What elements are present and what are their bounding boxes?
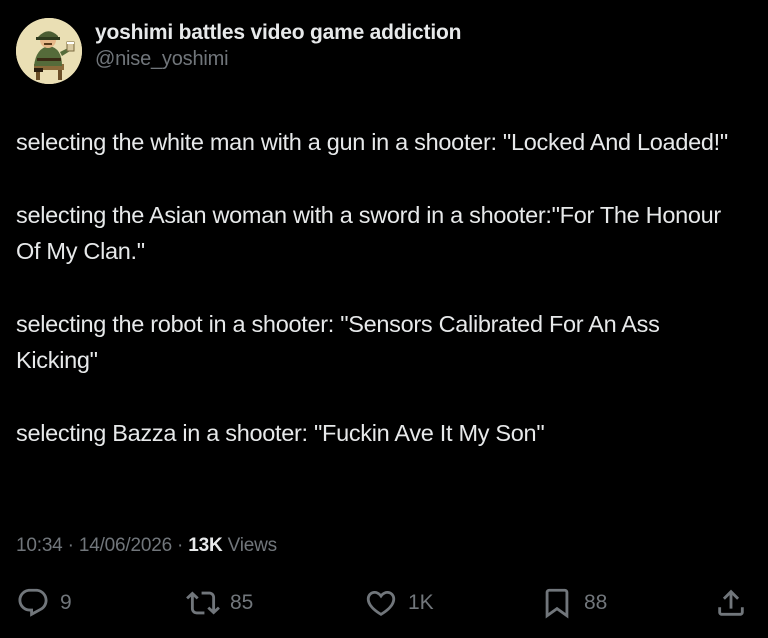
tweet-paragraph: selecting Bazza in a shooter: "Fuckin Av… (16, 420, 545, 446)
bookmark-count: 88 (584, 591, 608, 614)
reply-count: 9 (60, 591, 72, 614)
bookmark-button[interactable]: 88 (540, 586, 607, 620)
repost-icon (186, 586, 220, 620)
tweet-text: selecting the white man with a gun in a … (16, 124, 746, 451)
separator: · (171, 535, 189, 556)
tweet-date[interactable]: 14/06/2026 (79, 535, 172, 556)
views-count: 13K (188, 535, 223, 556)
tweet-paragraph: selecting the Asian woman with a sword i… (16, 202, 721, 264)
tweet-time[interactable]: 10:34 (16, 535, 63, 556)
author-display-name[interactable]: yoshimi battles video game addiction (95, 20, 461, 46)
author-handle[interactable]: @nise_yoshimi (95, 46, 461, 72)
reply-button[interactable]: 9 (16, 586, 72, 620)
separator: · (62, 535, 79, 556)
author-names: yoshimi battles video game addiction @ni… (95, 20, 461, 72)
tweet: yoshimi battles video game addiction @ni… (0, 0, 768, 638)
reply-icon (16, 586, 50, 620)
tweet-metadata: 10:34 · 14/06/2026 · 13K Views (16, 534, 277, 558)
avatar-illustration (16, 18, 82, 84)
like-button[interactable]: 1K (364, 586, 434, 620)
like-count: 1K (408, 591, 434, 614)
action-bar: 9 85 1K 88 (0, 586, 768, 620)
share-icon (714, 586, 748, 620)
tweet-header: yoshimi battles video game addiction @ni… (16, 18, 461, 84)
tweet-paragraph: selecting the white man with a gun in a … (16, 129, 728, 155)
bookmark-icon (540, 586, 574, 620)
share-button[interactable] (714, 586, 748, 620)
heart-icon (364, 586, 398, 620)
tweet-paragraph: selecting the robot in a shooter: "Senso… (16, 311, 660, 373)
repost-count: 85 (230, 591, 254, 614)
avatar[interactable] (16, 18, 82, 84)
repost-button[interactable]: 85 (186, 586, 253, 620)
views-label: Views (227, 535, 278, 556)
